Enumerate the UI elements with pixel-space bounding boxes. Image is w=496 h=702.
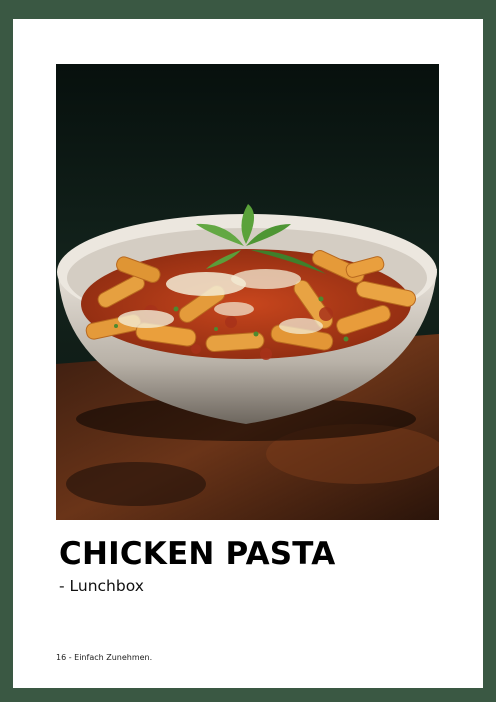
page-footer: 16 - Einfach Zunehmen. (56, 653, 153, 662)
recipe-title: CHICKEN PASTA (59, 536, 336, 572)
recipe-subtitle: - Lunchbox (59, 577, 144, 595)
recipe-page: CHICKEN PASTA - Lunchbox 16 - Einfach Zu… (13, 19, 483, 688)
pasta-photo (56, 64, 439, 520)
